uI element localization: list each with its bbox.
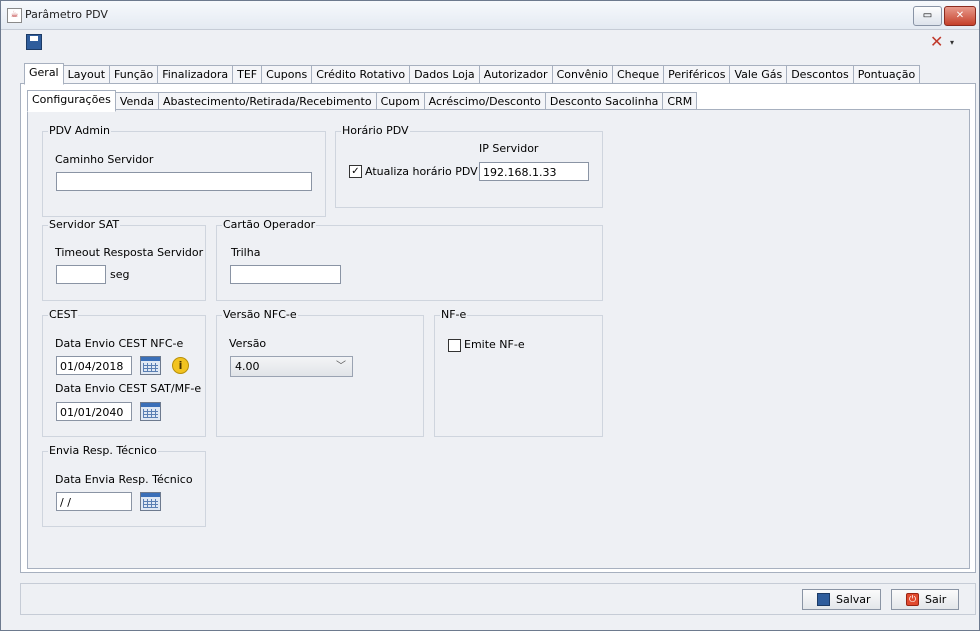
group-legend: CEST bbox=[48, 308, 79, 321]
tab-tef[interactable]: TEF bbox=[232, 65, 263, 83]
horario-pdv-group: Horário PDV IP Servidor ✓ Atualiza horár… bbox=[335, 124, 603, 208]
client-area: ✕ ▾ Geral Layout Função Finalizadora TEF… bbox=[2, 30, 978, 628]
window-title: Parâmetro PDV bbox=[25, 8, 108, 21]
tab-vale-gas[interactable]: Vale Gás bbox=[729, 65, 788, 83]
close-button[interactable]: ✕ bbox=[944, 6, 976, 26]
main-tab-strip: Geral Layout Função Finalizadora TEF Cup… bbox=[24, 63, 921, 85]
calendar-icon[interactable] bbox=[140, 402, 161, 421]
resp-tecnico-group: Envia Resp. Técnico Data Envia Resp. Téc… bbox=[42, 444, 206, 527]
sair-button[interactable]: ⏻ Sair bbox=[891, 589, 959, 610]
tab-cupons[interactable]: Cupons bbox=[261, 65, 313, 83]
group-legend: Cartão Operador bbox=[222, 218, 317, 231]
title-bar: ☕ Parâmetro PDV ▭ ✕ bbox=[1, 1, 979, 30]
calendar-icon[interactable] bbox=[140, 492, 161, 511]
chevron-down-icon: ﹀ bbox=[336, 361, 346, 372]
floppy-disk-icon[interactable] bbox=[26, 34, 42, 50]
cartao-operador-group: Cartão Operador Trilha bbox=[216, 218, 603, 301]
resp-tecnico-date-input[interactable]: / / bbox=[56, 492, 132, 511]
emite-nfe-checkbox[interactable] bbox=[448, 339, 461, 352]
minimize-button[interactable]: ▭ bbox=[913, 6, 942, 26]
ip-servidor-label: IP Servidor bbox=[479, 142, 539, 155]
resp-tecnico-label: Data Envia Resp. Técnico bbox=[55, 473, 193, 486]
timeout-label: Timeout Resposta Servidor bbox=[55, 246, 204, 259]
tab-acrescimo-desconto[interactable]: Acréscimo/Desconto bbox=[423, 92, 546, 110]
servidor-sat-group: Servidor SAT Timeout Resposta Servidor s… bbox=[42, 218, 206, 301]
group-legend: Horário PDV bbox=[341, 124, 410, 137]
tab-dados-loja[interactable]: Dados Loja bbox=[409, 65, 480, 83]
group-legend: Servidor SAT bbox=[48, 218, 121, 231]
tab-crm[interactable]: CRM bbox=[662, 92, 698, 110]
configuracoes-panel: PDV Admin Caminho Servidor Horário PDV I… bbox=[27, 109, 970, 569]
caminho-servidor-label: Caminho Servidor bbox=[55, 153, 154, 166]
tab-perifericos[interactable]: Periféricos bbox=[663, 65, 731, 83]
tab-pontuacao[interactable]: Pontuação bbox=[852, 65, 921, 83]
group-legend: NF-e bbox=[440, 308, 468, 321]
group-legend: PDV Admin bbox=[48, 124, 111, 137]
geral-panel: Configurações Venda Abastecimento/Retira… bbox=[20, 83, 976, 573]
versao-selected-value: 4.00 bbox=[235, 360, 260, 373]
sair-label: Sair bbox=[925, 593, 947, 606]
trilha-label: Trilha bbox=[231, 246, 261, 259]
cest-group: CEST Data Envio CEST NFC-e 01/04/2018 i … bbox=[42, 308, 206, 437]
info-icon[interactable]: i bbox=[172, 357, 189, 374]
footer-bar: Salvar ⏻ Sair bbox=[20, 583, 976, 615]
salvar-label: Salvar bbox=[836, 593, 871, 606]
minimize-icon: ▭ bbox=[922, 10, 933, 21]
timeout-input[interactable] bbox=[56, 265, 106, 284]
tools-icon[interactable]: ✕ bbox=[930, 32, 943, 51]
versao-nfce-group: Versão NFC-e Versão 4.00 ﹀ bbox=[216, 308, 424, 437]
tab-cupom[interactable]: Cupom bbox=[375, 92, 425, 110]
nfe-group: NF-e Emite NF-e bbox=[434, 308, 603, 437]
tab-convenio[interactable]: Convênio bbox=[551, 65, 613, 83]
tab-geral[interactable]: Geral bbox=[24, 63, 64, 85]
chevron-down-icon[interactable]: ▾ bbox=[950, 38, 954, 47]
tab-descontos[interactable]: Descontos bbox=[786, 65, 854, 83]
close-icon: ✕ bbox=[955, 10, 965, 21]
cest-nfce-label: Data Envio CEST NFC-e bbox=[55, 337, 184, 350]
tab-layout[interactable]: Layout bbox=[62, 65, 111, 83]
cest-sat-date-input[interactable]: 01/01/2040 bbox=[56, 402, 132, 421]
cest-nfce-date-input[interactable]: 01/04/2018 bbox=[56, 356, 132, 375]
ip-servidor-input[interactable]: 192.168.1.33 bbox=[479, 162, 589, 181]
versao-label: Versão bbox=[229, 337, 267, 350]
tab-cheque[interactable]: Cheque bbox=[611, 65, 665, 83]
sub-tab-strip: Configurações Venda Abastecimento/Retira… bbox=[27, 90, 698, 112]
trilha-input[interactable] bbox=[230, 265, 341, 284]
versao-select[interactable]: 4.00 ﹀ bbox=[230, 356, 353, 377]
tab-desconto-sacolinha[interactable]: Desconto Sacolinha bbox=[544, 92, 664, 110]
tab-credito-rotativo[interactable]: Crédito Rotativo bbox=[311, 65, 411, 83]
salvar-button[interactable]: Salvar bbox=[802, 589, 881, 610]
java-app-icon: ☕ bbox=[7, 8, 22, 23]
tab-abastecimento[interactable]: Abastecimento/Retirada/Recebimento bbox=[157, 92, 377, 110]
group-legend: Envia Resp. Técnico bbox=[48, 444, 158, 457]
atualiza-horario-label: Atualiza horário PDV bbox=[365, 165, 478, 178]
calendar-icon[interactable] bbox=[140, 356, 161, 375]
pdv-admin-group: PDV Admin Caminho Servidor bbox=[42, 124, 326, 217]
atualiza-horario-checkbox[interactable]: ✓ bbox=[349, 165, 362, 178]
tab-finalizadora[interactable]: Finalizadora bbox=[157, 65, 234, 83]
tab-venda[interactable]: Venda bbox=[114, 92, 159, 110]
emite-nfe-label: Emite NF-e bbox=[464, 338, 525, 351]
tab-funcao[interactable]: Função bbox=[109, 65, 159, 83]
caminho-servidor-input[interactable] bbox=[56, 172, 312, 191]
power-icon: ⏻ bbox=[906, 593, 919, 606]
main-window: ☕ Parâmetro PDV ▭ ✕ ✕ ▾ Geral Layout Fun… bbox=[0, 0, 980, 631]
group-legend: Versão NFC-e bbox=[222, 308, 298, 321]
tab-autorizador[interactable]: Autorizador bbox=[478, 65, 553, 83]
tab-configuracoes[interactable]: Configurações bbox=[27, 90, 116, 112]
cest-sat-label: Data Envio CEST SAT/MF-e bbox=[55, 382, 202, 395]
seg-label: seg bbox=[110, 268, 130, 281]
save-icon bbox=[817, 593, 830, 606]
